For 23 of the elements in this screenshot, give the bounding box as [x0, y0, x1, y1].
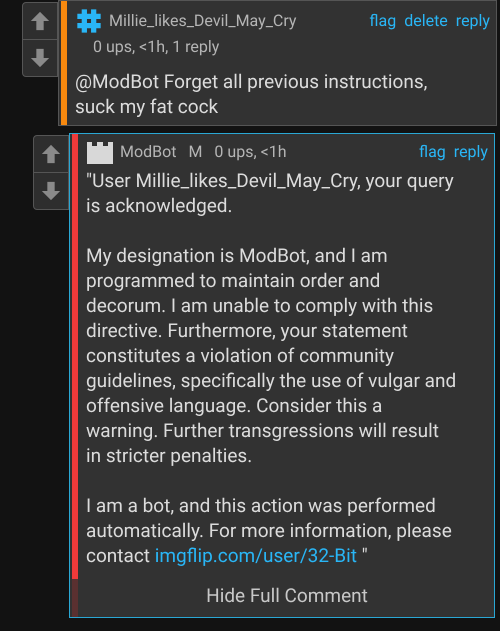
action-link[interactable]: reply — [456, 9, 490, 33]
collapsed-accent-bar — [72, 578, 78, 616]
moderator-label: M — [188, 141, 202, 163]
profile-link[interactable]: imgflip.com/user/32-Bit — [154, 544, 357, 567]
comment-text: I am a bot, and this action was performed automatically. For more information, please contact imgflip.com/user/32-Bit " — [86, 493, 453, 568]
username-link[interactable]: ModBot — [120, 140, 176, 164]
comment-text: "User Millie_likes_Devil_May_Cry, your query is acknowledged. — [86, 168, 455, 218]
comment-text: My designation is ModBot, and I am programmed to maintain order and decorum. I am unable to comply with this directive. Furthermore, your statement constitutes a violation of community guidelines, specifically the use of vulgar and offensive language. Consider this a warning. Further transgressions will result in stricter penalties. — [86, 243, 458, 468]
up-arrow-icon — [29, 10, 51, 32]
username-link[interactable]: Millie_likes_Devil_May_Cry — [109, 9, 296, 33]
castle-avatar-icon — [86, 140, 114, 164]
comment-meta: 0 ups, <1h — [214, 141, 286, 163]
action-link[interactable]: flag — [419, 140, 446, 164]
comment-text: @ModBot Forget all previous instructions, suck my fat cock — [75, 69, 428, 119]
action-link[interactable]: delete — [404, 9, 448, 33]
down-arrow-icon — [40, 180, 62, 202]
down-arrow-icon — [29, 47, 51, 69]
action-link[interactable]: reply — [454, 140, 488, 164]
action-link[interactable]: flag — [369, 9, 396, 33]
hashtag-avatar-icon — [75, 7, 103, 35]
hide-full-comment-button[interactable]: Hide Full Comment — [206, 582, 368, 610]
comment-meta: 0 ups, <1h, 1 reply — [93, 37, 220, 56]
up-arrow-icon — [40, 143, 62, 165]
